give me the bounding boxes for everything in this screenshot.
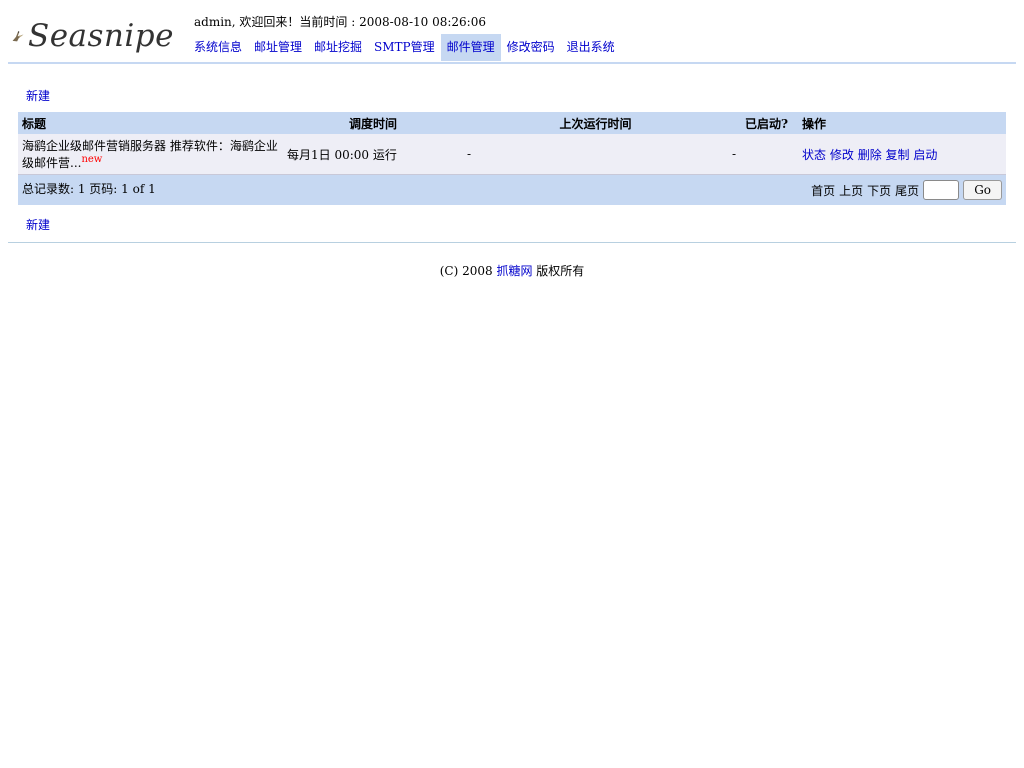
nav-item-system-info[interactable]: 系统信息 — [188, 34, 248, 61]
cell-title: 海鹞企业级邮件营销服务器 推荐软件：海鹞企业级邮件营...new — [18, 134, 283, 175]
pager-first[interactable]: 首页 — [811, 182, 835, 199]
page-number-input[interactable] — [923, 180, 960, 200]
new-link-bottom[interactable]: 新建 — [26, 216, 50, 233]
logo-text: Seasnipe — [27, 18, 174, 54]
footer: (C) 2008 抓糖网 版权所有 — [0, 262, 1024, 279]
op-edit-link[interactable]: 修改 — [830, 148, 854, 162]
nav-item-address-management[interactable]: 邮址管理 — [248, 34, 308, 61]
main-nav: 系统信息 邮址管理 邮址挖掘 SMTP管理 邮件管理 修改密码 退出系统 — [188, 34, 621, 61]
header: Seasnipe admin, 欢迎回来！当前时间 : 2008-08-10 0… — [8, 8, 1016, 64]
go-button[interactable]: Go — [963, 180, 1002, 200]
op-start-link[interactable]: 启动 — [913, 148, 937, 162]
op-copy-link[interactable]: 复制 — [886, 148, 910, 162]
pager-next[interactable]: 下页 — [867, 182, 891, 199]
pager-row: 总记录数: 1 页码: 1 of 1 首页 上页 下页 尾页 Go — [18, 174, 1006, 205]
welcome-text: admin, 欢迎回来！当前时间 : 2008-08-10 08:26:06 — [194, 15, 486, 29]
nav-item-logout[interactable]: 退出系统 — [561, 34, 621, 61]
nav-item-address-mining[interactable]: 邮址挖掘 — [308, 34, 368, 61]
new-badge: new — [81, 154, 103, 165]
table-row: 海鹞企业级邮件营销服务器 推荐软件：海鹞企业级邮件营...new 每月1日 00… — [18, 134, 1006, 175]
task-title: 海鹞企业级邮件营销服务器 推荐软件：海鹞企业级邮件营... — [22, 139, 278, 170]
cell-schedule: 每月1日 00:00 运行 — [283, 134, 463, 175]
cell-started: - — [728, 134, 798, 175]
pager-controls: 首页 上页 下页 尾页 Go — [811, 180, 1002, 200]
bird-logo-icon — [12, 31, 24, 42]
table-header-row: 标题 调度时间 上次运行时间 已启动? 操作 — [18, 112, 1006, 134]
nav-item-mail-management[interactable]: 邮件管理 — [440, 34, 501, 61]
footer-prefix: (C) 2008 — [439, 264, 497, 278]
col-header-started: 已启动? — [728, 112, 798, 134]
nav-item-smtp-management[interactable]: SMTP管理 — [368, 34, 441, 61]
record-summary: 总记录数: 1 页码: 1 of 1 — [22, 182, 156, 196]
new-link-top[interactable]: 新建 — [26, 87, 50, 104]
footer-divider — [8, 242, 1016, 243]
pager-prev[interactable]: 上页 — [839, 182, 863, 199]
nav-item-change-password[interactable]: 修改密码 — [501, 34, 561, 61]
mail-task-table: 标题 调度时间 上次运行时间 已启动? 操作 海鹞企业级邮件营销服务器 推荐软件… — [18, 112, 1006, 205]
footer-link[interactable]: 抓糖网 — [496, 264, 532, 278]
pager-last[interactable]: 尾页 — [895, 182, 919, 199]
col-header-title: 标题 — [18, 112, 283, 134]
col-header-operations: 操作 — [798, 112, 1006, 134]
pager-cell: 总记录数: 1 页码: 1 of 1 首页 上页 下页 尾页 Go — [18, 174, 1006, 205]
cell-last-run: - — [463, 134, 728, 175]
cell-operations: 状态 修改 删除 复制 启动 — [798, 134, 1006, 175]
col-header-last-run: 上次运行时间 — [463, 112, 728, 134]
footer-suffix: 版权所有 — [532, 264, 585, 278]
op-delete-link[interactable]: 删除 — [858, 148, 882, 162]
op-status-link[interactable]: 状态 — [802, 148, 826, 162]
col-header-schedule: 调度时间 — [283, 112, 463, 134]
logo: Seasnipe — [12, 14, 174, 58]
